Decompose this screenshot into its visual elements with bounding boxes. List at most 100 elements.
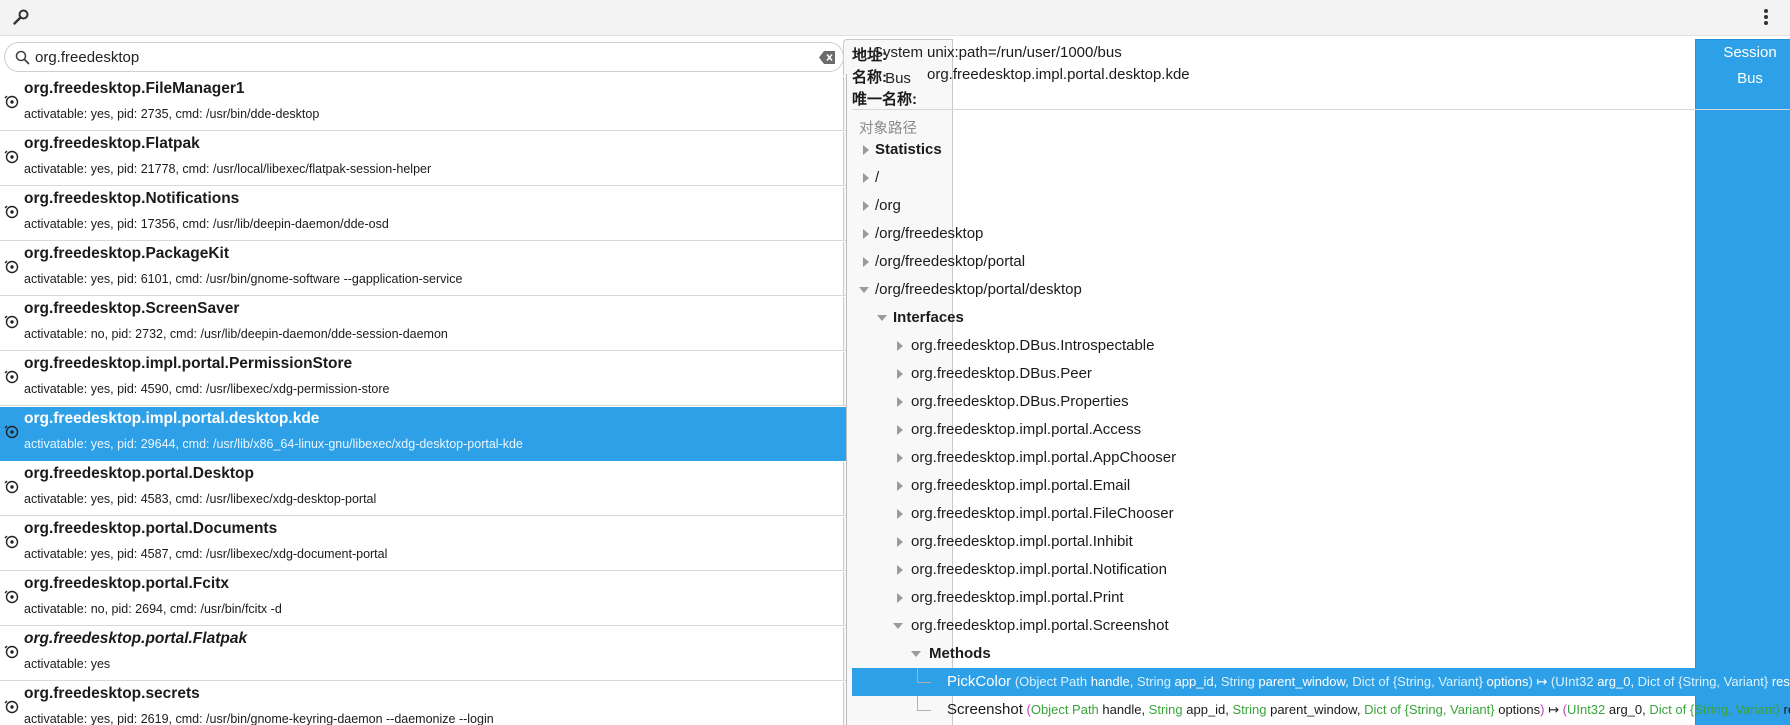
tree-item-method-selected[interactable]: PickColor (Object Path handle, String ap… [852, 668, 1790, 696]
service-details: activatable: yes, pid: 21778, cmd: /usr/… [24, 162, 432, 176]
expand-arrow-icon[interactable] [895, 500, 905, 528]
tree-item-interface[interactable]: org.freedesktop.DBus.Introspectable [852, 332, 1790, 360]
tree-item-interface[interactable]: org.freedesktop.impl.portal.Notification [852, 556, 1790, 584]
tree-item-interface-expanded[interactable]: org.freedesktop.impl.portal.Screenshot [852, 612, 1790, 640]
wrench-icon[interactable] [11, 8, 31, 28]
tree-label: /org/freedesktop/portal/desktop [875, 281, 1082, 298]
arg-type: Dict of {String, Variant} [1364, 702, 1495, 717]
return-name: results [1771, 674, 1790, 689]
tree-item-interface[interactable]: org.freedesktop.DBus.Properties [852, 388, 1790, 416]
tree-label: Methods [929, 645, 991, 662]
arg-type: Dict of {String, Variant} [1352, 674, 1483, 689]
collapse-arrow-icon[interactable] [893, 612, 903, 640]
tree-item-path[interactable]: /org/freedesktop [852, 220, 1790, 248]
arg-name: options [1482, 674, 1529, 689]
tree-item-method[interactable]: Screenshot (Object Path handle, String a… [852, 696, 1790, 724]
expand-arrow-icon[interactable] [861, 220, 871, 248]
service-list: org.freedesktop.FileManager1 activatable… [0, 76, 846, 725]
detail-pane: 地址: unix:path=/run/user/1000/bus 名称: org… [852, 36, 1790, 725]
return-type: Dict of {String, Variant} [1649, 702, 1780, 717]
expand-arrow-icon[interactable] [895, 360, 905, 388]
pane-divider[interactable] [846, 74, 847, 725]
tree-label: /org/freedesktop [875, 225, 984, 242]
tree-label: / [875, 169, 880, 186]
tree-label: org.freedesktop.impl.portal.Notification [911, 561, 1167, 578]
tree-item-interface[interactable]: org.freedesktop.impl.portal.FileChooser [852, 500, 1790, 528]
tree-item-interface[interactable]: org.freedesktop.DBus.Peer [852, 360, 1790, 388]
kebab-menu-icon[interactable] [1756, 8, 1776, 28]
tree-item-path-expanded[interactable]: /org/freedesktop/portal/desktop [852, 276, 1790, 304]
expand-arrow-icon[interactable] [861, 136, 871, 164]
service-icon [4, 700, 19, 714]
service-details: activatable: yes, pid: 4587, cmd: /usr/l… [24, 547, 388, 561]
service-item[interactable]: org.freedesktop.portal.Desktop activatab… [0, 461, 846, 516]
unique-name-label: 唯一名称: [852, 91, 917, 108]
service-item[interactable]: org.freedesktop.FileManager1 activatable… [0, 76, 846, 131]
collapse-arrow-icon[interactable] [911, 640, 921, 668]
service-details: activatable: yes, pid: 17356, cmd: /usr/… [24, 217, 389, 231]
expand-arrow-icon[interactable] [895, 444, 905, 472]
arg-type: Object Path [1019, 674, 1088, 689]
tree-label: org.freedesktop.impl.portal.Access [911, 421, 1142, 438]
service-name: org.freedesktop.Notifications [24, 190, 240, 207]
service-item[interactable]: org.freedesktop.impl.portal.PermissionSt… [0, 351, 846, 406]
service-name: org.freedesktop.PackageKit [24, 245, 230, 262]
tree-item-interface[interactable]: org.freedesktop.impl.portal.Print [852, 584, 1790, 612]
expand-arrow-icon[interactable] [861, 164, 871, 192]
tree-item-interface[interactable]: org.freedesktop.impl.portal.Email [852, 472, 1790, 500]
search-input[interactable] [35, 46, 815, 68]
tree-item-interface[interactable]: org.freedesktop.impl.portal.AppChooser [852, 444, 1790, 472]
return-name: arg_0, [1593, 674, 1638, 689]
expand-arrow-icon[interactable] [895, 584, 905, 612]
service-item[interactable]: org.freedesktop.portal.Fcitx activatable… [0, 571, 846, 626]
method-signature: PickColor (Object Path handle, String ap… [947, 668, 1790, 696]
name-value: org.freedesktop.impl.portal.desktop.kde [927, 66, 1190, 83]
service-item[interactable]: org.freedesktop.Notifications activatabl… [0, 186, 846, 241]
tree-item-interface[interactable]: org.freedesktop.impl.portal.Inhibit [852, 528, 1790, 556]
expand-arrow-icon[interactable] [895, 556, 905, 584]
service-icon [4, 205, 19, 219]
tree-label: org.freedesktop.DBus.Peer [911, 365, 1092, 382]
tree-item-methods[interactable]: Methods [852, 640, 1790, 668]
expand-arrow-icon[interactable] [895, 416, 905, 444]
service-item[interactable]: org.freedesktop.PackageKit activatable: … [0, 241, 846, 296]
expand-arrow-icon[interactable] [895, 332, 905, 360]
expand-arrow-icon[interactable] [861, 192, 871, 220]
service-item[interactable]: org.freedesktop.ScreenSaver activatable:… [0, 296, 846, 351]
object-tree: 对象路径 Statistics / /org /org/freedesktop … [852, 109, 1790, 725]
tree-item-interfaces[interactable]: Interfaces [852, 304, 1790, 332]
arrow: ↦ [1532, 674, 1551, 689]
service-icon [4, 645, 19, 659]
tree-item-path[interactable]: /org/freedesktop/portal [852, 248, 1790, 276]
return-name: arg_0, [1605, 702, 1650, 717]
expand-arrow-icon[interactable] [895, 388, 905, 416]
expand-arrow-icon[interactable] [895, 528, 905, 556]
service-icon [4, 425, 19, 439]
service-details: activatable: yes [24, 657, 111, 671]
collapse-arrow-icon[interactable] [877, 304, 887, 332]
tree-label: org.freedesktop.impl.portal.Print [911, 589, 1124, 606]
collapse-arrow-icon[interactable] [859, 276, 869, 304]
tree-label: Interfaces [893, 309, 964, 326]
service-icon [4, 535, 19, 549]
clear-icon[interactable] [819, 51, 835, 64]
search-icon [15, 50, 30, 65]
return-type: UInt32 [1566, 702, 1606, 717]
toolbar: System Bus Session Bus [0, 0, 1790, 725]
tree-item-interface[interactable]: org.freedesktop.impl.portal.Access [852, 416, 1790, 444]
tree-item-path[interactable]: / [852, 164, 1790, 192]
service-item-selected[interactable]: org.freedesktop.impl.portal.desktop.kde … [0, 406, 846, 461]
return-name: results [1783, 702, 1790, 717]
expand-arrow-icon[interactable] [861, 248, 871, 276]
expand-arrow-icon[interactable] [895, 472, 905, 500]
service-item[interactable]: org.freedesktop.Flatpak activatable: yes… [0, 131, 846, 186]
service-item[interactable]: org.freedesktop.portal.Documents activat… [0, 516, 846, 571]
tree-label: /org/freedesktop/portal [875, 253, 1026, 270]
service-item[interactable]: org.freedesktop.portal.Flatpak activatab… [0, 626, 846, 681]
service-icon [4, 370, 19, 384]
tree-item-path[interactable]: /org [852, 192, 1790, 220]
return-type: UInt32 [1555, 674, 1594, 689]
tree-item-statistics[interactable]: Statistics [852, 136, 1790, 164]
service-item[interactable]: org.freedesktop.secrets activatable: yes… [0, 681, 846, 725]
address-value: unix:path=/run/user/1000/bus [927, 44, 1122, 61]
